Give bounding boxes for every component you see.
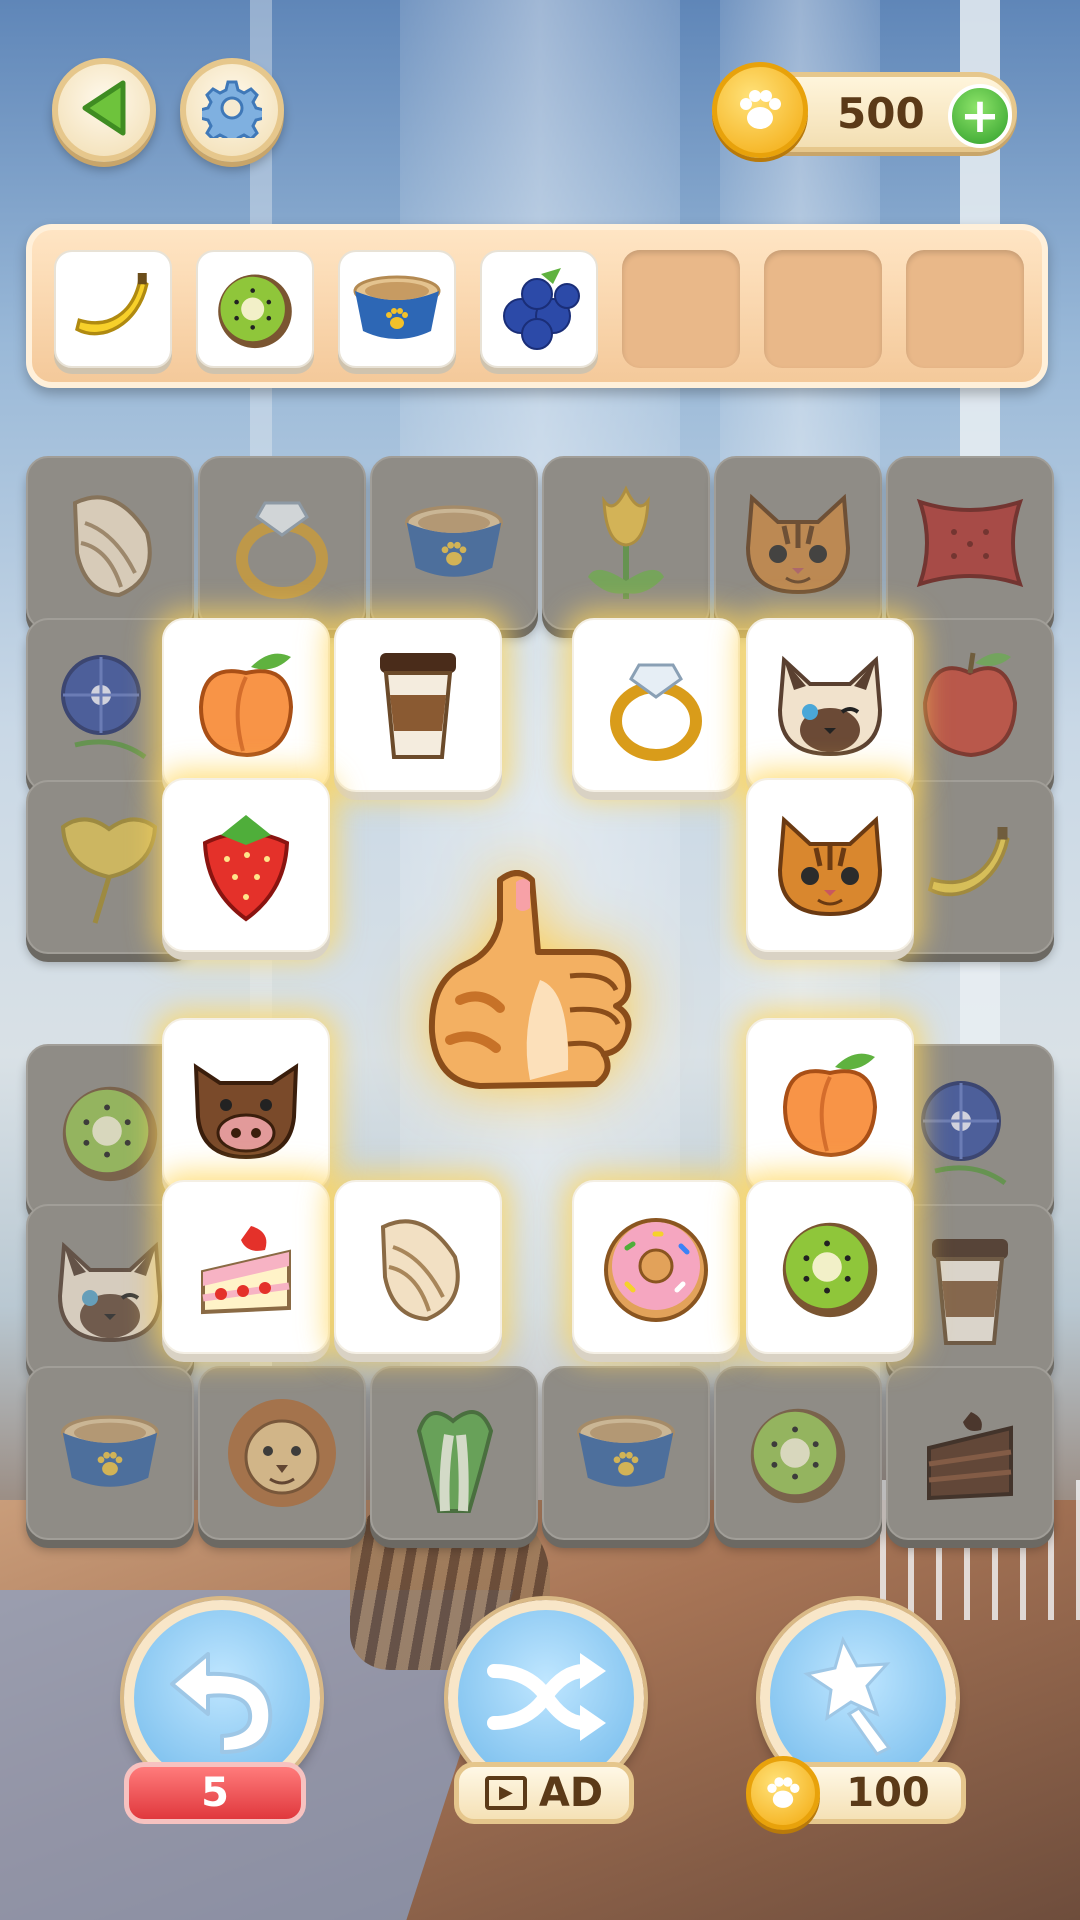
peach-icon bbox=[775, 1047, 885, 1163]
tabby-cat-icon bbox=[738, 488, 858, 598]
tray-slot-empty bbox=[906, 250, 1024, 368]
chocolate-cake-icon bbox=[915, 1398, 1025, 1508]
boar-icon bbox=[186, 1047, 306, 1163]
tile-pet-bowl bbox=[26, 1366, 194, 1540]
tile-tabby-cat[interactable] bbox=[746, 778, 914, 952]
ginkgo-leaf-icon bbox=[55, 807, 165, 927]
strawberry-cake-icon bbox=[191, 1212, 301, 1322]
settings-button[interactable] bbox=[180, 58, 284, 162]
collection-tray bbox=[26, 224, 1048, 388]
seashell-icon bbox=[363, 1207, 473, 1327]
peach-icon bbox=[191, 647, 301, 763]
plus-icon: + bbox=[959, 88, 1001, 144]
kiwi-icon bbox=[739, 1394, 857, 1512]
magic-wand-icon bbox=[803, 1636, 913, 1760]
blueberries-icon bbox=[491, 264, 587, 354]
seashell-icon bbox=[55, 483, 165, 603]
coffee-cup-icon bbox=[922, 1231, 1018, 1351]
kiwi-icon bbox=[209, 263, 301, 355]
kiwi-icon bbox=[771, 1208, 889, 1326]
tile-kiwi bbox=[714, 1366, 882, 1540]
banana-icon bbox=[915, 817, 1025, 917]
tile-peach[interactable] bbox=[746, 1018, 914, 1192]
tile-ring bbox=[198, 456, 366, 630]
strawberry-icon bbox=[191, 805, 301, 925]
tile-ring[interactable] bbox=[572, 618, 740, 792]
morning-glory-icon bbox=[55, 645, 165, 765]
tile-seashell bbox=[26, 456, 194, 630]
tile-lion bbox=[198, 1366, 366, 1540]
morning-glory-icon bbox=[915, 1071, 1025, 1191]
lion-icon bbox=[222, 1393, 342, 1513]
tray-slot-pet-bowl bbox=[338, 250, 456, 368]
pet-bowl-icon bbox=[50, 1408, 170, 1498]
tabby-cat-icon bbox=[770, 810, 890, 920]
gear-icon bbox=[198, 78, 266, 148]
tray-slot-kiwi bbox=[196, 250, 314, 368]
paw-coin-icon bbox=[746, 1756, 820, 1830]
pet-bowl-icon bbox=[349, 269, 445, 349]
coin-count: 500 bbox=[837, 89, 925, 138]
tile-donut[interactable] bbox=[572, 1180, 740, 1354]
shuffle-cost: AD bbox=[538, 1770, 604, 1816]
paw-coin-icon bbox=[712, 62, 808, 158]
undo-count: 5 bbox=[201, 1770, 229, 1816]
shuffle-icon bbox=[484, 1641, 608, 1755]
tile-strawberry-cake[interactable] bbox=[162, 1180, 330, 1354]
magic-cost: 100 bbox=[846, 1770, 930, 1816]
pillow-icon bbox=[910, 488, 1030, 598]
ring-icon bbox=[601, 645, 711, 765]
thumbs-up-paw-icon bbox=[420, 860, 650, 1100]
tile-peach[interactable] bbox=[162, 618, 330, 792]
kiwi-icon bbox=[51, 1072, 169, 1190]
pet-bowl-icon bbox=[394, 498, 514, 588]
undo-count-badge: 5 bbox=[124, 1762, 306, 1824]
tile-boar[interactable] bbox=[162, 1018, 330, 1192]
tile-kiwi[interactable] bbox=[746, 1180, 914, 1354]
tray-slot-empty bbox=[622, 250, 740, 368]
tile-coffee-cup[interactable] bbox=[334, 618, 502, 792]
tile-tulip bbox=[542, 456, 710, 630]
back-button[interactable] bbox=[52, 58, 156, 162]
tile-siamese-cat[interactable] bbox=[746, 618, 914, 792]
add-coins-button[interactable]: + bbox=[948, 84, 1012, 148]
tile-strawberry[interactable] bbox=[162, 778, 330, 952]
siamese-cat-icon bbox=[770, 650, 890, 760]
tile-tabby-cat bbox=[714, 456, 882, 630]
donut-icon bbox=[597, 1208, 715, 1326]
video-play-icon: ▶ bbox=[484, 1776, 527, 1810]
tray-slot-banana bbox=[54, 250, 172, 368]
tile-bok-choy bbox=[370, 1366, 538, 1540]
tile-chocolate-cake bbox=[886, 1366, 1054, 1540]
pet-bowl-icon bbox=[566, 1408, 686, 1498]
apple-icon bbox=[915, 647, 1025, 763]
undo-icon bbox=[162, 1636, 282, 1760]
coffee-cup-icon bbox=[370, 645, 466, 765]
tile-pet-bowl bbox=[370, 456, 538, 630]
tile-pet-bowl bbox=[542, 1366, 710, 1540]
tile-pillow bbox=[886, 456, 1054, 630]
siamese-cat-icon bbox=[50, 1236, 170, 1346]
tray-slot-blueberries bbox=[480, 250, 598, 368]
banana-icon bbox=[68, 264, 158, 354]
tile-seashell[interactable] bbox=[334, 1180, 502, 1354]
shuffle-ad-badge: ▶ AD bbox=[454, 1762, 634, 1824]
ring-icon bbox=[227, 483, 337, 603]
tulip-icon bbox=[576, 481, 676, 605]
back-arrow-icon bbox=[77, 79, 131, 141]
bok-choy-icon bbox=[399, 1391, 509, 1515]
tray-slot-empty bbox=[764, 250, 882, 368]
